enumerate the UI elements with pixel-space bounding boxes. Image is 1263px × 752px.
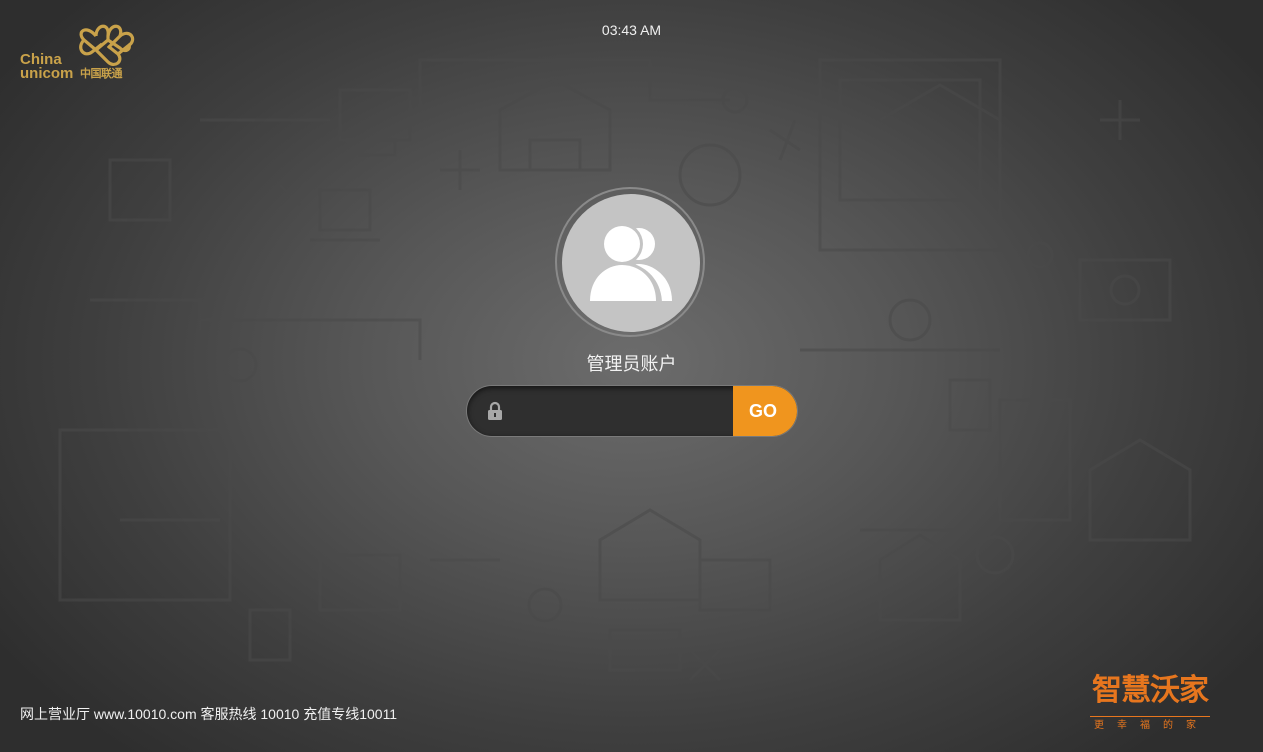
footer-info: 网上营业厅 www.10010.com 客服热线 10010 充值专线10011 xyxy=(20,706,398,722)
brand-subtitle: 更幸福的家 xyxy=(1094,720,1209,731)
account-label: 管理员账户 xyxy=(586,354,677,374)
logo-text-unicom: unicom xyxy=(20,65,74,82)
avatar xyxy=(562,194,700,332)
brand-divider xyxy=(1090,716,1210,717)
users-icon xyxy=(586,223,672,304)
brand-title: 智慧沃家 xyxy=(1092,674,1209,707)
login-bar: GO xyxy=(467,386,797,436)
clock: 03:43 AM xyxy=(601,22,662,38)
lock-icon xyxy=(488,401,502,420)
logo-text-cn: 中国联通 xyxy=(80,68,123,80)
background-pattern xyxy=(58,58,1192,682)
go-button[interactable]: GO xyxy=(733,386,797,436)
password-input[interactable] xyxy=(507,386,733,436)
brand-logo: 智慧沃家 更幸福的家 xyxy=(1090,672,1215,736)
